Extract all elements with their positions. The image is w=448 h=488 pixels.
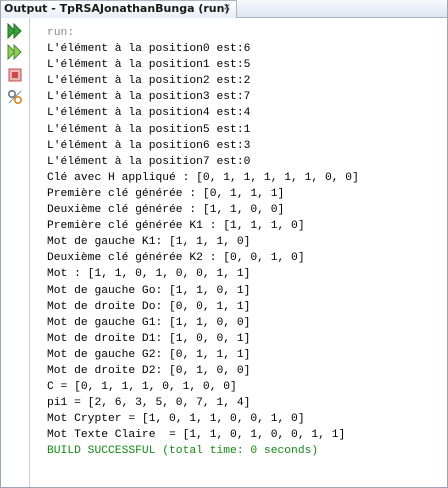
rerun-icon[interactable]: [7, 23, 23, 39]
console-line: Première clé générée : [0, 1, 1, 1]: [47, 187, 285, 200]
console-line: Mot de droite D2: [0, 1, 0, 0]: [47, 364, 251, 377]
output-tab-title: Output - TpRSAJonathanBunga (run): [4, 2, 230, 15]
console-line: L'élément à la position7 est:0: [47, 155, 251, 168]
settings-icon[interactable]: [7, 89, 23, 105]
console-line: Première clé générée K1 : [1, 1, 1, 0]: [47, 220, 305, 233]
console-line: Clé avec H appliqué : [0, 1, 1, 1, 1, 1,…: [47, 171, 359, 184]
console-line: Mot de gauche G2: [0, 1, 1, 1]: [47, 348, 251, 361]
title-bar: Output - TpRSAJonathanBunga (run) ×: [1, 0, 447, 18]
stop-icon[interactable]: [7, 67, 23, 83]
console-line: L'élément à la position3 est:7: [47, 91, 251, 104]
output-toolbar: [1, 18, 30, 487]
console-line: Mot : [1, 1, 0, 1, 0, 0, 1, 1]: [47, 268, 251, 281]
console-line: Mot Texte Claire = [1, 1, 0, 1, 0, 0, 1,…: [47, 429, 346, 442]
console-line: Mot de gauche K1: [1, 1, 1, 0]: [47, 236, 251, 249]
console-line: Mot de droite Do: [0, 0, 1, 1]: [47, 300, 251, 313]
console-line: Mot de droite D1: [1, 0, 0, 1]: [47, 332, 251, 345]
console-output[interactable]: run: L'élément à la position0 est:6 L'élém…: [47, 25, 443, 460]
output-tab[interactable]: Output - TpRSAJonathanBunga (run): [1, 0, 237, 18]
console-line: L'élément à la position1 est:5: [47, 59, 251, 72]
console-line: Mot Crypter = [1, 0, 1, 1, 0, 0, 1, 0]: [47, 413, 305, 426]
console-line: Deuxième clé générée : [1, 1, 0, 0]: [47, 204, 285, 217]
console-line: L'élément à la position4 est:4: [47, 107, 251, 120]
console-line: L'élément à la position0 est:6: [47, 43, 251, 56]
console-line: C = [0, 1, 1, 1, 0, 1, 0, 0]: [47, 381, 237, 394]
console-line: Deuxième clé générée K2 : [0, 0, 1, 0]: [47, 252, 305, 265]
output-window: Output - TpRSAJonathanBunga (run) × run:…: [0, 0, 448, 488]
rerun-with-options-icon[interactable]: [7, 44, 23, 60]
run-label-line: run:: [47, 27, 75, 39]
console-line: L'élément à la position5 est:1: [47, 123, 251, 136]
console-line: L'élément à la position6 est:3: [47, 139, 251, 152]
console-line: pi1 = [2, 6, 3, 5, 0, 7, 1, 4]: [47, 397, 251, 410]
console-line: Mot de gauche G1: [1, 1, 0, 0]: [47, 316, 251, 329]
build-status-line: BUILD SUCCESSFUL (total time: 0 seconds): [47, 445, 319, 458]
console-line: Mot de gauche Go: [1, 1, 0, 1]: [47, 284, 251, 297]
console-line: L'élément à la position2 est:2: [47, 75, 251, 88]
close-tab-icon[interactable]: ×: [221, 0, 233, 16]
